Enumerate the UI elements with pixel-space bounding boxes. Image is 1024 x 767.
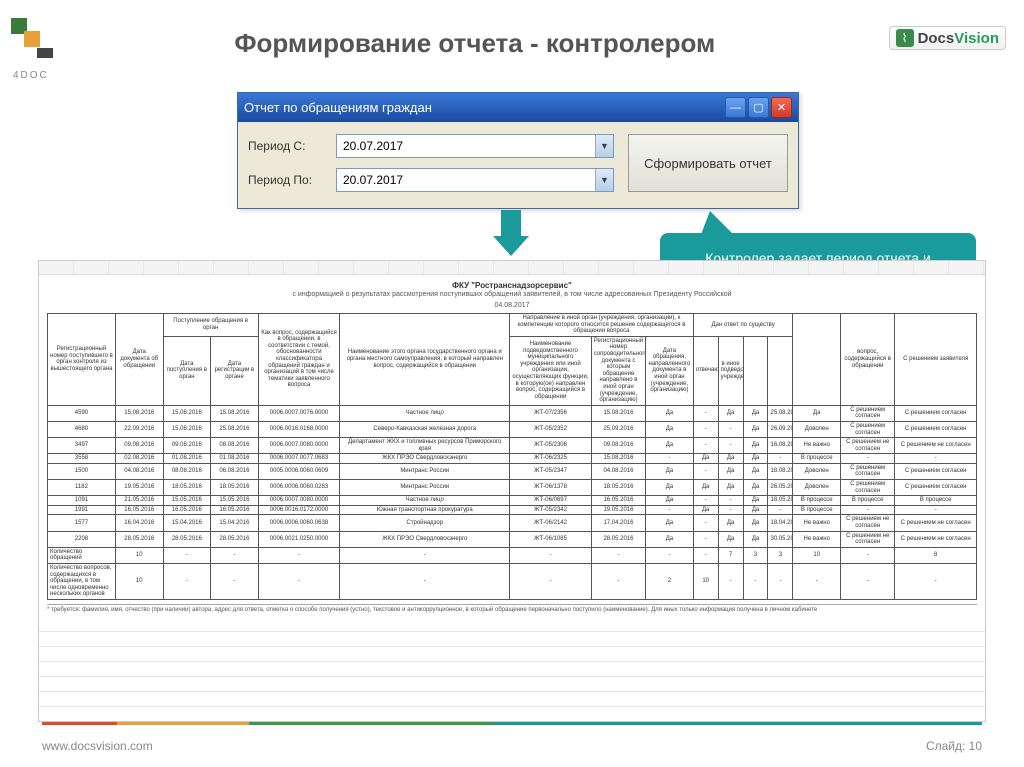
footer-url: www.docsvision.com bbox=[42, 739, 153, 753]
slide-title: Формирование отчета - контролером bbox=[61, 28, 889, 59]
flow-arrow-icon bbox=[493, 210, 529, 260]
close-button[interactable]: ✕ bbox=[771, 97, 792, 118]
maximize-button[interactable]: ▢ bbox=[748, 97, 769, 118]
table-row: 349709.08.201609.08.201608.08.20160006.0… bbox=[48, 438, 977, 454]
period-to-input[interactable]: 20.07.2017 ▼ bbox=[336, 168, 614, 192]
table-row: 109121.05.201615.05.201615.05.20160006.0… bbox=[48, 496, 977, 506]
table-row: 199116.05.201616.05.201616.05.20160006.0… bbox=[48, 505, 977, 515]
period-to-label: Период По: bbox=[248, 173, 328, 187]
table-row: 150004.08.201608.08.201606.08.20160005.0… bbox=[48, 463, 977, 479]
dropdown-icon[interactable]: ▼ bbox=[595, 135, 613, 157]
report-subtitle: с информацией о результатах рассмотрения… bbox=[47, 291, 977, 298]
slide-number: Слайд: 10 bbox=[926, 739, 982, 753]
footer-accent bbox=[42, 722, 982, 725]
logo-4doc: 4DOC bbox=[11, 18, 61, 81]
minimize-button[interactable]: — bbox=[725, 97, 746, 118]
report-dialog: Отчет по обращениям граждан — ▢ ✕ Период… bbox=[237, 92, 799, 209]
clip-icon: ⌇ bbox=[896, 29, 914, 47]
table-row: 355802.08.201601.08.201601.08.20160006.0… bbox=[48, 454, 977, 464]
summary-row: Количество вопросов, содержащихся в обра… bbox=[48, 564, 977, 600]
table-row: 118219.05.201618.05.201618.05.20160006.0… bbox=[48, 480, 977, 496]
table-row: 220828.05.201628.05.201628.05.20160006.0… bbox=[48, 531, 977, 547]
report-table: Регистрационный номер поступившего в орг… bbox=[47, 313, 977, 600]
generate-report-button[interactable]: Сформировать отчет bbox=[628, 134, 788, 192]
table-row: 468022.09.201615.08.201625.08.20160006.0… bbox=[48, 421, 977, 437]
table-row: 459015.08.201615.08.201615.08.20160006.0… bbox=[48, 405, 977, 421]
docsvision-logo: ⌇ DocsVision bbox=[889, 26, 1006, 50]
report-date: 04.08.2017 bbox=[47, 302, 977, 309]
period-from-label: Период С: bbox=[248, 139, 328, 153]
period-from-input[interactable]: 20.07.2017 ▼ bbox=[336, 134, 614, 158]
report-title: ФКУ "Ространснадзорсервис" bbox=[47, 281, 977, 290]
table-row: 157716.04.201615.04.201615.04.20160006.0… bbox=[48, 515, 977, 531]
report-footnote: * требуется: фамилия, имя, отчество (при… bbox=[47, 604, 977, 613]
dropdown-icon[interactable]: ▼ bbox=[595, 169, 613, 191]
excel-report: ФКУ "Ространснадзорсервис" с информацией… bbox=[38, 260, 986, 722]
titlebar: Отчет по обращениям граждан — ▢ ✕ bbox=[238, 93, 798, 122]
summary-row: Количество обращений10--------73310-8 bbox=[48, 547, 977, 563]
dialog-title: Отчет по обращениям граждан bbox=[244, 100, 432, 115]
